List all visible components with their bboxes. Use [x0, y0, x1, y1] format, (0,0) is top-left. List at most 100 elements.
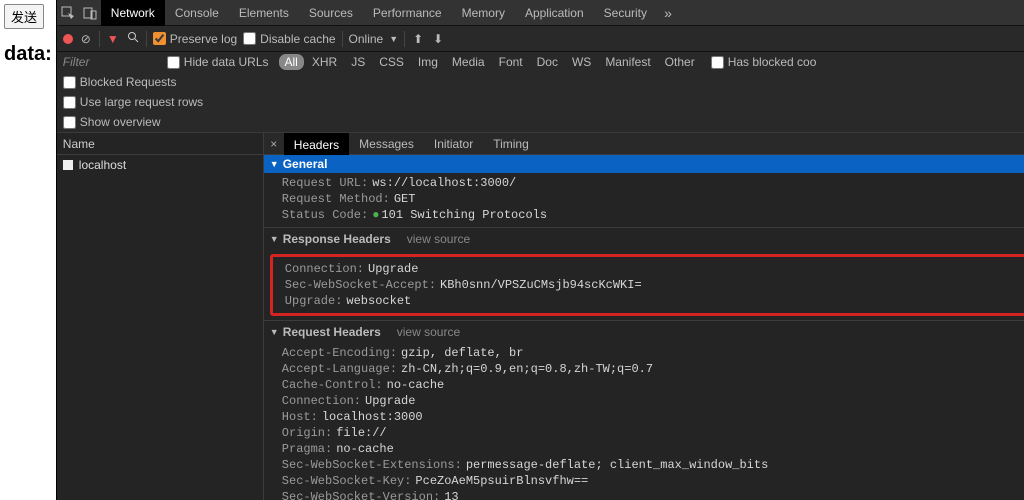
tab-elements[interactable]: Elements	[229, 0, 299, 26]
disclosure-triangle-icon: ▼	[270, 234, 279, 244]
filter-type-font[interactable]: Font	[493, 54, 529, 70]
use-large-rows-checkbox[interactable]: Use large request rows	[63, 95, 203, 109]
kv-row: Host: localhost:3000	[264, 409, 1024, 425]
request-row[interactable]: localhost	[57, 155, 263, 175]
send-button[interactable]: 发送	[4, 4, 44, 29]
search-icon[interactable]	[126, 31, 140, 46]
disable-cache-checkbox[interactable]: Disable cache	[243, 32, 335, 46]
record-icon[interactable]	[63, 34, 73, 44]
devtools-panel: NetworkConsoleElementsSourcesPerformance…	[56, 0, 1024, 500]
filter-type-xhr[interactable]: XHR	[306, 54, 343, 70]
close-detail-icon[interactable]: ×	[264, 137, 284, 151]
filter-type-img[interactable]: Img	[412, 54, 444, 70]
filter-toggle-icon[interactable]: ▼	[106, 32, 120, 46]
filter-type-css[interactable]: CSS	[373, 54, 410, 70]
preserve-log-label: Preserve log	[170, 32, 237, 46]
view-source-link[interactable]: view source	[397, 325, 460, 339]
toolbar-separator	[146, 31, 147, 47]
network-toolbar: ⊘ ▼ Preserve log Disable cache Online ▼ …	[57, 26, 1024, 52]
filter-type-manifest[interactable]: Manifest	[599, 54, 656, 70]
filter-type-js[interactable]: JS	[345, 54, 371, 70]
kv-row: Cache-Control: no-cache	[264, 377, 1024, 393]
request-name: localhost	[79, 158, 126, 172]
general-list: Request URL:ws://localhost:3000/ Request…	[264, 173, 1024, 227]
tab-network[interactable]: Network	[101, 0, 165, 26]
filter-type-doc[interactable]: Doc	[531, 54, 564, 70]
tab-sources[interactable]: Sources	[299, 0, 363, 26]
websocket-icon	[63, 160, 73, 170]
kv-row: Sec-WebSocket-Version: 13	[264, 489, 1024, 500]
has-blocked-cookies-label: Has blocked coo	[728, 55, 817, 69]
kv-row: Status Code:●101 Switching Protocols	[264, 207, 1024, 223]
hide-data-urls-checkbox[interactable]: Hide data URLs	[167, 55, 269, 69]
disclosure-triangle-icon: ▼	[270, 159, 279, 169]
tab-memory[interactable]: Memory	[452, 0, 515, 26]
request-headers-section-header[interactable]: ▼ Request Headers view source	[264, 320, 1024, 343]
toolbar-separator	[99, 31, 100, 47]
filter-type-all[interactable]: All	[279, 54, 304, 70]
filter-input[interactable]: Filter	[63, 55, 157, 69]
kv-row: Connection: Upgrade	[264, 393, 1024, 409]
detail-tab-headers[interactable]: Headers	[284, 133, 349, 155]
name-column-header[interactable]: Name	[57, 133, 263, 155]
response-headers-title: Response Headers	[283, 232, 391, 246]
network-body: Name localhost × HeadersMessagesInitiato…	[57, 133, 1024, 500]
kv-row: Sec-WebSocket-Accept: KBh0snn/VPSZuCMsjb…	[277, 277, 1024, 293]
kv-row: Accept-Language: zh-CN,zh;q=0.9,en;q=0.8…	[264, 361, 1024, 377]
kv-row: Accept-Encoding: gzip, deflate, br	[264, 345, 1024, 361]
page-under-test: 发送 data:	[0, 0, 56, 500]
toolbar-separator	[404, 31, 405, 47]
upload-har-icon[interactable]: ⬆	[411, 32, 425, 46]
view-source-link[interactable]: view source	[407, 232, 470, 246]
request-headers-title: Request Headers	[283, 325, 381, 339]
more-tabs-icon[interactable]: »	[657, 0, 679, 26]
tab-security[interactable]: Security	[594, 0, 657, 26]
inspect-element-icon[interactable]	[57, 0, 79, 26]
devtools-tab-strip: NetworkConsoleElementsSourcesPerformance…	[57, 0, 1024, 26]
kv-row: Origin: file://	[264, 425, 1024, 441]
filter-type-other[interactable]: Other	[659, 54, 701, 70]
kv-row: Request Method:GET	[264, 191, 1024, 207]
data-label: data:	[4, 43, 52, 66]
tab-performance[interactable]: Performance	[363, 0, 452, 26]
device-toolbar-icon[interactable]	[79, 0, 101, 26]
disable-cache-label: Disable cache	[260, 32, 335, 46]
show-overview-label: Show overview	[80, 115, 161, 129]
blocked-requests-checkbox[interactable]: Blocked Requests	[63, 75, 177, 89]
kv-row: Connection: Upgrade	[277, 261, 1024, 277]
tab-application[interactable]: Application	[515, 0, 594, 26]
filter-type-media[interactable]: Media	[446, 54, 491, 70]
kv-row: Pragma: no-cache	[264, 441, 1024, 457]
request-list-pane: Name localhost	[57, 133, 264, 500]
request-headers-list: Accept-Encoding: gzip, deflate, brAccept…	[264, 343, 1024, 500]
hide-data-urls-label: Hide data URLs	[184, 55, 269, 69]
download-har-icon[interactable]: ⬇	[431, 32, 445, 46]
general-section-header[interactable]: ▼ General	[264, 155, 1024, 173]
blocked-requests-label: Blocked Requests	[80, 75, 177, 89]
throttling-select[interactable]: Online	[349, 32, 384, 46]
disclosure-triangle-icon: ▼	[270, 327, 279, 337]
detail-tab-messages[interactable]: Messages	[349, 133, 424, 155]
request-detail-pane: × HeadersMessagesInitiatorTiming ▼ Gener…	[264, 133, 1024, 500]
network-filter-bar: Filter Hide data URLs AllXHRJSCSSImgMedi…	[57, 52, 1024, 133]
throttling-caret-icon[interactable]: ▼	[389, 34, 398, 44]
detail-tab-initiator[interactable]: Initiator	[424, 133, 483, 155]
kv-row: Sec-WebSocket-Key: PceZoAeM5psuirBlnsvfh…	[264, 473, 1024, 489]
detail-tab-timing[interactable]: Timing	[483, 133, 539, 155]
toolbar-separator	[342, 31, 343, 47]
filter-type-ws[interactable]: WS	[566, 54, 597, 70]
response-headers-section-header[interactable]: ▼ Response Headers view source	[264, 227, 1024, 250]
status-dot-icon: ●	[372, 208, 379, 222]
general-section-title: General	[283, 157, 328, 171]
show-overview-checkbox[interactable]: Show overview	[63, 115, 161, 129]
kv-row: Sec-WebSocket-Extensions: permessage-def…	[264, 457, 1024, 473]
use-large-rows-label: Use large request rows	[80, 95, 203, 109]
highlight-box: Connection: UpgradeSec-WebSocket-Accept:…	[270, 254, 1024, 316]
preserve-log-checkbox[interactable]: Preserve log	[153, 32, 237, 46]
has-blocked-cookies-checkbox[interactable]: Has blocked coo	[711, 55, 817, 69]
kv-row: Upgrade: websocket	[277, 293, 1024, 309]
kv-row: Request URL:ws://localhost:3000/	[264, 175, 1024, 191]
detail-tab-strip: × HeadersMessagesInitiatorTiming	[264, 133, 1024, 155]
tab-console[interactable]: Console	[165, 0, 229, 26]
clear-icon[interactable]: ⊘	[79, 32, 93, 46]
